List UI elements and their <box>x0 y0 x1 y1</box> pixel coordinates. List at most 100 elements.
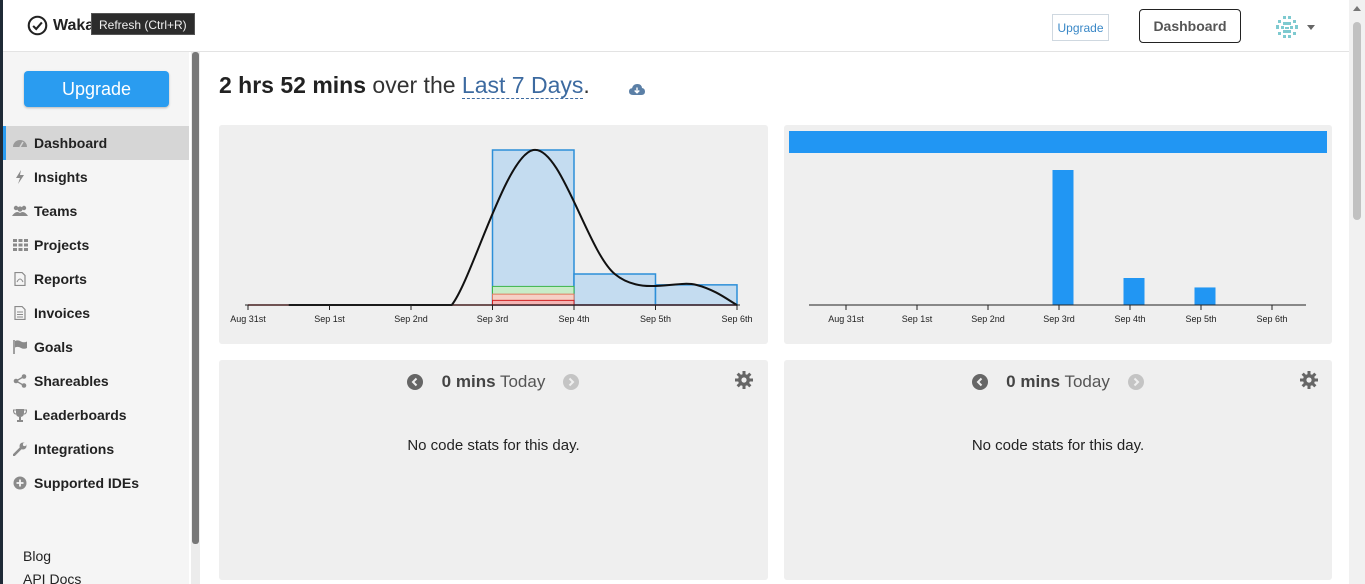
gear-icon[interactable] <box>735 371 753 389</box>
pdf-file-icon <box>12 271 28 287</box>
wrench-icon <box>12 441 28 457</box>
x-tick-label: Sep 3rd <box>1043 314 1075 324</box>
sidebar-item-invoices[interactable]: Invoices <box>3 296 189 330</box>
x-tick-label: Sep 2nd <box>971 314 1005 324</box>
sidebar-footer-links: Blog API Docs <box>23 548 81 584</box>
sidebar-item-shareables[interactable]: Shareables <box>3 364 189 398</box>
area-step-bar <box>491 149 575 306</box>
area-step-bar <box>573 273 657 306</box>
sidebar-item-label: Reports <box>34 271 87 287</box>
x-tick-label: Sep 4th <box>558 314 589 324</box>
x-tick-label: Sep 2nd <box>394 314 428 324</box>
total-duration: 2 hrs 52 mins <box>219 72 367 98</box>
cloud-download-icon[interactable] <box>629 83 645 97</box>
bolt-icon <box>12 169 28 185</box>
app-window: Waka Refresh (Ctrl+R) Upgrade Dashboard … <box>3 0 1365 584</box>
sidebar-item-label: Supported IDEs <box>34 475 140 491</box>
sidebar-item-dashboard[interactable]: Dashboard <box>3 126 189 160</box>
sidebar-item-insights[interactable]: Insights <box>3 160 189 194</box>
brand-logo-link[interactable]: Waka <box>27 15 94 36</box>
sidebar-item-teams[interactable]: Teams <box>3 194 189 228</box>
chevron-down-icon[interactable] <box>1307 25 1315 30</box>
x-tick-label: Aug 31st <box>230 314 266 324</box>
x-tick-label: Sep 5th <box>1185 314 1216 324</box>
sidebar-item-label: Dashboard <box>34 135 108 151</box>
day-title: 0 mins Today <box>784 372 1332 392</box>
daily-stats-panel: 0 mins Today No code stats for this day. <box>219 360 768 580</box>
grid-icon <box>12 237 28 253</box>
page-title: 2 hrs 52 mins over the Last 7 Days. <box>219 72 590 99</box>
x-tick-label: Sep 1st <box>314 314 345 324</box>
refresh-tooltip: Refresh (Ctrl+R) <box>91 13 195 35</box>
sidebar-item-label: Insights <box>34 169 88 185</box>
sidebar-item-label: Invoices <box>34 305 91 321</box>
dashboard-icon <box>12 135 28 151</box>
day-header: 0 mins Today <box>784 372 1332 394</box>
sidebar-upgrade-button[interactable]: Upgrade <box>24 71 169 107</box>
day-duration: 0 mins <box>1006 372 1061 391</box>
date-range-dropdown[interactable]: Last 7 Days <box>461 72 584 99</box>
trophy-icon <box>12 407 28 423</box>
sidebar-link-blog[interactable]: Blog <box>23 548 81 571</box>
sidebar: Upgrade Dashboard Insights Teams Project… <box>3 52 189 584</box>
sidebar-item-label: Leaderboards <box>34 407 127 423</box>
nav-upgrade-button[interactable]: Upgrade <box>1052 14 1109 41</box>
scroll-up-arrow-icon[interactable] <box>1353 6 1361 11</box>
sidebar-item-projects[interactable]: Projects <box>3 228 189 262</box>
bar <box>1123 278 1145 305</box>
brand-name: Waka <box>53 16 95 34</box>
check-circle-icon <box>27 15 48 36</box>
area-step-bar <box>654 284 738 306</box>
gear-icon[interactable] <box>1300 371 1318 389</box>
empty-state-text: No code stats for this day. <box>407 437 580 454</box>
sidebar-scrollbar-thumb[interactable] <box>192 52 199 544</box>
headline-text: over the <box>366 72 462 98</box>
nav-dashboard-button[interactable]: Dashboard <box>1139 9 1241 43</box>
sidebar-item-label: Integrations <box>34 441 115 457</box>
activity-bar-chart: Aug 31st Sep 1st Sep 2nd Sep 3rd Sep 4th Sep … <box>789 131 1327 324</box>
sidebar-item-goals[interactable]: Goals <box>3 330 189 364</box>
empty-state-text: No code stats for this day. <box>971 437 1145 454</box>
flag-icon <box>12 339 28 355</box>
sidebar-item-reports[interactable]: Reports <box>3 262 189 296</box>
day-title: 0 mins Today <box>219 372 768 392</box>
next-day-icon[interactable] <box>1128 374 1144 390</box>
day-label: Today <box>499 372 546 391</box>
next-day-icon[interactable] <box>563 374 579 390</box>
x-tick-label: Sep 6th <box>1256 314 1287 324</box>
window-scrollbar[interactable] <box>1349 0 1365 584</box>
day-duration: 0 mins <box>441 372 496 391</box>
daily-stats-panel: 0 mins Today No code stats for this day. <box>784 360 1332 580</box>
x-tick-label: Aug 31st <box>828 314 864 324</box>
users-icon <box>12 203 28 219</box>
sidebar-item-label: Shareables <box>34 373 109 389</box>
legend-bar <box>789 131 1327 153</box>
avatar[interactable] <box>1274 14 1300 40</box>
x-tick-label: Sep 4th <box>1114 314 1145 324</box>
sidebar-item-leaderboards[interactable]: Leaderboards <box>3 398 189 432</box>
activity-area-chart-panel: Aug 31st Sep 1st Sep 2nd Sep 3rd Sep 4th Sep … <box>219 125 768 344</box>
bar <box>1194 287 1216 305</box>
headline-period: . <box>583 72 590 98</box>
share-icon <box>12 373 28 389</box>
activity-bar-chart-panel: Aug 31st Sep 1st Sep 2nd Sep 3rd Sep 4th Sep … <box>784 125 1332 344</box>
day-label: Today <box>1064 372 1110 391</box>
bar <box>1052 170 1074 305</box>
window-scrollbar-thumb[interactable] <box>1353 22 1361 220</box>
top-navbar: Waka Refresh (Ctrl+R) Upgrade Dashboard <box>3 0 1349 52</box>
sidebar-menu: Dashboard Insights Teams Projects Report… <box>3 126 189 500</box>
sidebar-link-api-docs[interactable]: API Docs <box>23 571 81 584</box>
x-tick-label: Sep 3rd <box>477 314 509 324</box>
x-tick-label: Sep 5th <box>640 314 671 324</box>
sidebar-item-label: Projects <box>34 237 90 253</box>
file-icon <box>12 305 28 321</box>
sidebar-item-supported-ides[interactable]: Supported IDEs <box>3 466 189 500</box>
x-tick-label: Sep 6th <box>721 314 752 324</box>
sidebar-item-label: Goals <box>34 339 73 355</box>
plus-circle-icon <box>12 475 28 491</box>
sidebar-item-label: Teams <box>34 203 78 219</box>
sidebar-scrollbar[interactable] <box>191 52 200 584</box>
sidebar-item-integrations[interactable]: Integrations <box>3 432 189 466</box>
x-tick-label: Sep 1st <box>902 314 933 324</box>
activity-area-chart: Aug 31st Sep 1st Sep 2nd Sep 3rd Sep 4th Sep … <box>230 148 753 324</box>
